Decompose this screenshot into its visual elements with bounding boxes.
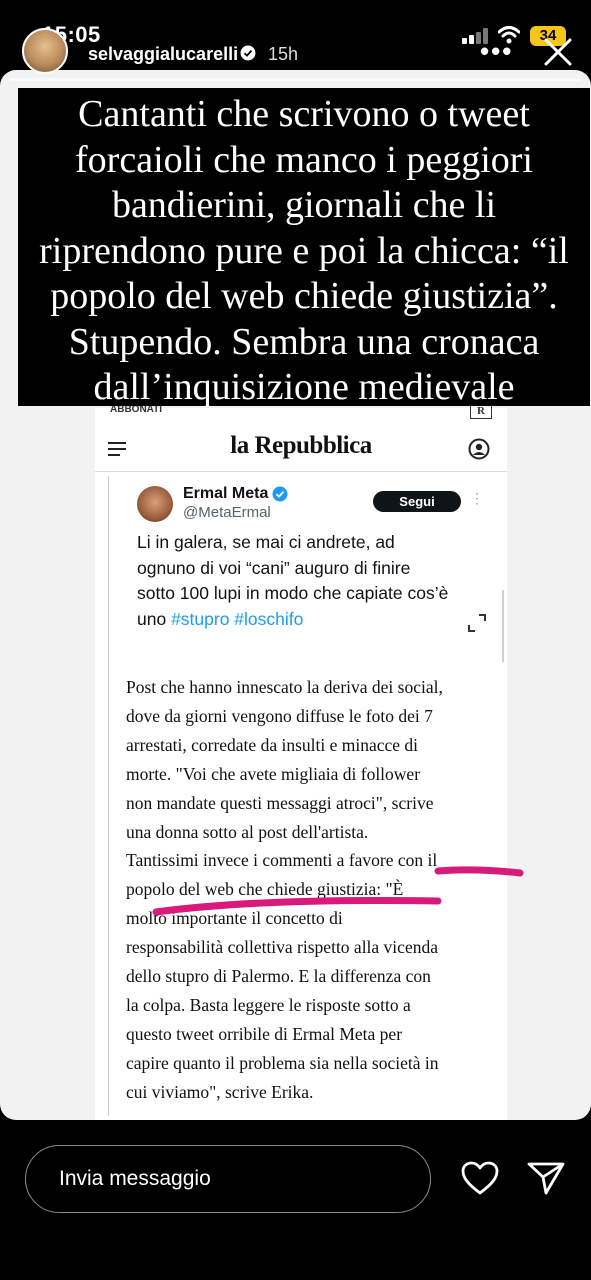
tweet-line: Li in galera, se mai ci andrete, ad <box>137 532 395 552</box>
verified-badge-icon <box>272 486 288 502</box>
body-line: la colpa. Basta leggere le risposte sott… <box>126 994 411 1015</box>
caption-line: Stupendo. Sembra una cronaca <box>68 320 540 363</box>
tweet-line-prefix: uno <box>137 608 172 629</box>
tweet-author-name: Ermal Meta <box>183 485 269 502</box>
highlight-underline <box>152 866 524 916</box>
story-time-ago: 15h <box>268 44 299 64</box>
user-account-icon <box>468 438 490 460</box>
body-line: cui viviamo", scrive Erika. <box>126 1081 314 1102</box>
body-line: responsabilità collettiva rispetto alla … <box>126 937 438 958</box>
tweet-more-icon: ⋮ <box>470 490 484 506</box>
close-icon[interactable] <box>542 36 574 68</box>
article-header-divider <box>95 471 507 472</box>
story-caption: Cantanti che scrivono o tweet forcaioli … <box>18 92 590 411</box>
body-line: una donna sotto al post dell'artista. <box>126 821 369 842</box>
send-message-placeholder: Invia messaggio <box>59 1167 211 1190</box>
caption-line: riprendono pure e poi la chicca: “il <box>39 229 569 272</box>
story-progress-bar <box>10 78 581 81</box>
body-line: morte. "Voi che avete migliaia di follow… <box>126 763 421 784</box>
caption-line: bandierini, giornali che li <box>111 184 497 226</box>
body-line: capire quanto il problema sia nella soci… <box>126 1052 439 1073</box>
body-line: Post che hanno innescato la deriva dei s… <box>126 677 443 697</box>
tweet-line: ognuno di voi “cani” auguro di finire <box>137 557 411 578</box>
verified-badge-icon <box>240 45 256 61</box>
story-avatar[interactable] <box>22 28 68 74</box>
caption-line: dall’inquisizione medievale <box>93 366 515 408</box>
tweet-hashtags: #stupro #loschifo <box>171 608 304 629</box>
send-icon[interactable] <box>526 1160 566 1196</box>
tweet-avatar <box>137 486 173 522</box>
body-line: arrestati, corredate da insulti e minacc… <box>126 734 419 755</box>
tweet-author-handle: @MetaErmal <box>183 504 271 521</box>
caption-line: popolo del web chiede giustizia”. <box>50 275 558 317</box>
tweet-text: Li in galera, se mai ci andrete, ad ognu… <box>137 530 477 632</box>
body-line: dove da giorni vengono diffuse le foto d… <box>126 705 433 726</box>
scrollbar <box>502 590 504 662</box>
expand-icon <box>468 614 486 632</box>
body-line: non mandate questi messaggi atroci", scr… <box>126 792 434 813</box>
caption-line: Cantanti che scrivono o tweet <box>78 93 530 135</box>
more-options-icon[interactable]: ••• <box>480 36 513 67</box>
heart-icon[interactable] <box>460 1160 500 1196</box>
body-line: dello stupro di Palermo. E la differenza… <box>126 966 431 987</box>
tweet-line: sotto 100 lupi in modo che capiate cos’è <box>137 583 449 603</box>
follow-button: Segui <box>373 491 461 512</box>
menu-icon <box>108 442 126 456</box>
caption-line: forcaioli che manco i peggiori <box>75 138 533 181</box>
quote-line <box>108 476 109 1116</box>
tweet-line: uno #stupro #loschifo <box>137 607 477 633</box>
repubblica-logo: la Repubblica <box>230 432 372 459</box>
story-username[interactable]: selvaggialucarelli <box>88 44 238 65</box>
body-line: questo tweet orribile di Ermal Meta per <box>126 1023 403 1044</box>
